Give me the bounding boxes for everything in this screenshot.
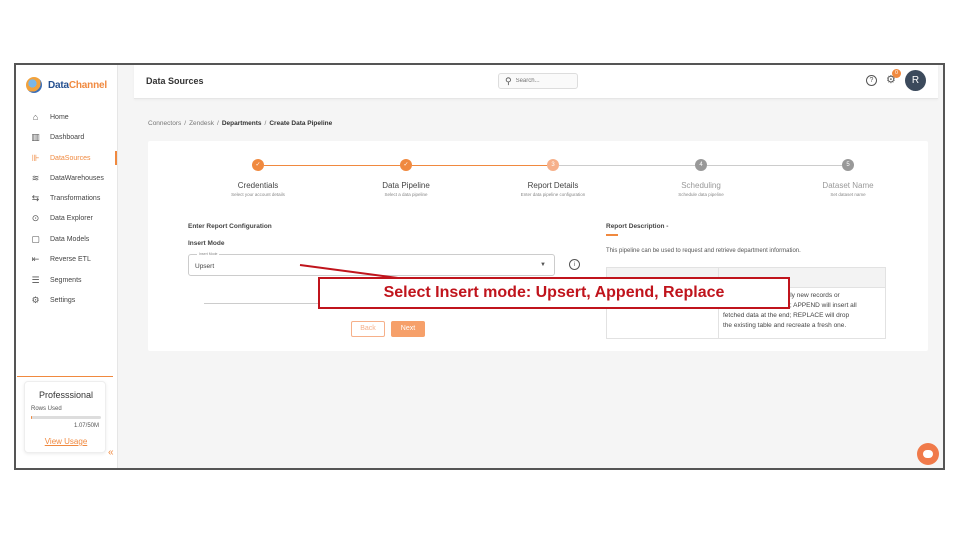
annotation-pointer — [299, 264, 399, 279]
annotation-text: Select Insert mode: Upsert, Append, Repl… — [383, 284, 725, 301]
annotation-callout: Select Insert mode: Upsert, Append, Repl… — [318, 277, 790, 309]
